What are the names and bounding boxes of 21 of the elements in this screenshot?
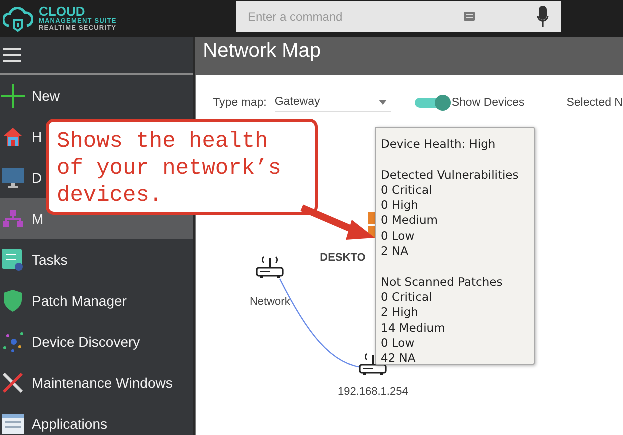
tooltip-line: 0 Medium: [381, 213, 439, 229]
node-label: DESKTO: [320, 252, 366, 264]
tooltip-section-title: Detected Vulnerabilities: [381, 168, 520, 183]
logo-title: CLOUD: [39, 4, 86, 18]
tooltip-line: 0 High: [381, 198, 420, 214]
tooltip-line: 0 Critical: [381, 290, 434, 306]
tooltip-line: 2 NA: [381, 244, 410, 260]
type-map-label: Type map:: [213, 97, 267, 109]
tooltip-line: 0 Low: [381, 336, 416, 352]
tooltip-line: 0 Critical: [381, 182, 434, 198]
tooltip-heading: Device Health: High: [381, 137, 497, 152]
selected-label: Selected N: [566, 97, 623, 109]
tooltip-line: 0 Low: [381, 228, 416, 244]
node-label: 192.168.1.254: [338, 386, 408, 398]
tooltip-section-title: Not Scanned Patches: [381, 274, 504, 290]
node-label: Network: [250, 296, 290, 308]
page-title: Network Map: [203, 40, 321, 62]
toggle-label: Show Devices: [452, 97, 525, 109]
tooltip-line: 2 High: [381, 305, 420, 321]
tooltip-line: 42 NA: [381, 351, 417, 366]
tooltip-line: 14 Medium: [381, 320, 446, 336]
